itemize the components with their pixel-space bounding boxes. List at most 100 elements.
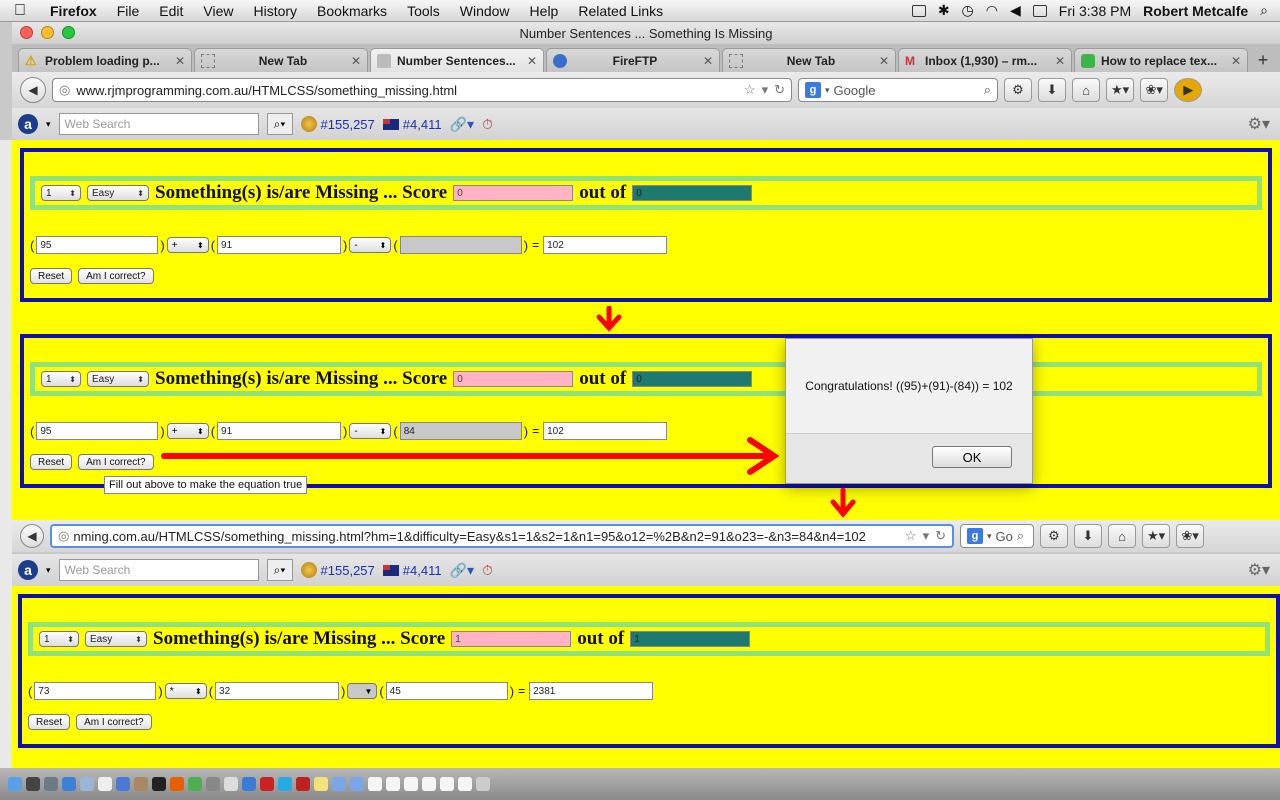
- photos-icon[interactable]: [134, 777, 148, 791]
- menu-tools[interactable]: Tools: [397, 3, 450, 19]
- tab-fireftp[interactable]: FireFTP ✕: [546, 48, 720, 72]
- downloads-button[interactable]: ⬇: [1038, 78, 1066, 102]
- settings-gear-icon[interactable]: ⚙▾: [1248, 560, 1270, 580]
- close-tab-icon[interactable]: ✕: [175, 54, 185, 68]
- wifi-icon[interactable]: ◠: [986, 2, 998, 19]
- number-3-input[interactable]: [399, 236, 522, 254]
- firebug-button[interactable]: ❀▾: [1176, 524, 1205, 548]
- minimize-window-button[interactable]: [41, 26, 54, 39]
- settings-gear-icon[interactable]: ⚙▾: [1248, 114, 1270, 134]
- back-button[interactable]: ◀: [20, 524, 44, 548]
- bookmarks-button[interactable]: ★▾: [1142, 524, 1171, 548]
- search-input[interactable]: Go: [996, 529, 1013, 544]
- menu-app[interactable]: Firefox: [40, 3, 107, 19]
- xcode-icon[interactable]: [242, 777, 256, 791]
- number-1-input[interactable]: 95: [36, 422, 159, 440]
- check-answer-button[interactable]: Am I correct?: [76, 714, 152, 730]
- number-2-input[interactable]: 91: [217, 236, 342, 254]
- operator-2-select[interactable]: - ⬍: [349, 237, 392, 253]
- number-2-input[interactable]: 32: [215, 682, 340, 700]
- stopwatch-icon[interactable]: ⏱: [482, 116, 493, 133]
- addon-button[interactable]: ⚙: [1040, 524, 1068, 548]
- search-input[interactable]: Google: [834, 83, 980, 98]
- search-engine-dropdown-icon[interactable]: ▾: [825, 85, 830, 96]
- out-of-field[interactable]: 1: [630, 631, 751, 647]
- menu-view[interactable]: View: [193, 3, 243, 19]
- firefox-icon[interactable]: [170, 777, 184, 791]
- skype-icon[interactable]: [278, 777, 292, 791]
- out-of-field[interactable]: 0: [632, 371, 753, 387]
- url-dropdown-icon[interactable]: ▾: [923, 528, 930, 544]
- tab-how-to-replace[interactable]: How to replace tex... ✕: [1074, 48, 1248, 72]
- result-input[interactable]: 102: [543, 236, 668, 254]
- folder-icon[interactable]: [332, 777, 346, 791]
- global-rank[interactable]: #155,257: [300, 116, 375, 132]
- alexa-dropdown-icon[interactable]: ▾: [46, 565, 51, 576]
- calendar-icon[interactable]: [98, 777, 112, 791]
- document-icon[interactable]: [386, 777, 400, 791]
- url-bar[interactable]: ◎ nming.com.au/HTMLCSS/something_missing…: [50, 524, 954, 548]
- search-bar[interactable]: g ▾ Google ⌕: [798, 78, 998, 102]
- level-select[interactable]: 1 ⬍: [41, 185, 81, 201]
- link-icon[interactable]: 🔗▾: [450, 562, 474, 579]
- filezilla-icon[interactable]: [296, 777, 310, 791]
- menubar-clock[interactable]: Fri 3:38 PM: [1059, 3, 1131, 19]
- tab-inbox[interactable]: M Inbox (1,930) – rm... ✕: [898, 48, 1072, 72]
- reset-button[interactable]: Reset: [30, 268, 73, 284]
- close-tab-icon[interactable]: ✕: [1055, 54, 1065, 68]
- document-icon[interactable]: [368, 777, 382, 791]
- stopwatch-icon[interactable]: ⏱: [482, 562, 493, 579]
- bookmark-star-icon[interactable]: ☆: [905, 528, 917, 544]
- back-button[interactable]: ◀: [20, 77, 46, 103]
- check-answer-button[interactable]: Am I correct?: [78, 454, 154, 470]
- document-icon[interactable]: [458, 777, 472, 791]
- battery-icon[interactable]: [1032, 4, 1047, 17]
- zoom-window-button[interactable]: [62, 26, 75, 39]
- score-field[interactable]: 0: [453, 185, 574, 201]
- spotlight-icon[interactable]: ⌕: [1260, 2, 1268, 19]
- reload-icon[interactable]: ↻: [935, 528, 946, 544]
- number-3-input[interactable]: 45: [385, 682, 508, 700]
- document-icon[interactable]: [440, 777, 454, 791]
- number-1-input[interactable]: 95: [36, 236, 159, 254]
- alexa-dropdown-icon[interactable]: ▾: [46, 119, 51, 130]
- reset-button[interactable]: Reset: [30, 454, 73, 470]
- search-icon[interactable]: ⌕: [984, 82, 991, 98]
- close-tab-icon[interactable]: ✕: [703, 54, 713, 68]
- notes-icon[interactable]: [314, 777, 328, 791]
- home-button[interactable]: ⌂: [1072, 78, 1100, 102]
- bookmarks-button[interactable]: ★▾: [1106, 78, 1135, 102]
- operator-2-select[interactable]: ▼: [347, 683, 378, 699]
- operator-1-select[interactable]: * ⬍: [164, 683, 207, 699]
- new-tab-button[interactable]: +: [1250, 48, 1276, 72]
- web-search-input[interactable]: Web Search: [58, 113, 259, 135]
- dashboard-icon[interactable]: [26, 777, 40, 791]
- check-answer-button[interactable]: Am I correct?: [78, 268, 154, 284]
- textedit-icon[interactable]: [224, 777, 238, 791]
- web-search-button[interactable]: ⌕▾: [266, 113, 293, 135]
- tab-number-sentences[interactable]: Number Sentences... ✕: [370, 48, 544, 72]
- finder-icon[interactable]: [8, 777, 22, 791]
- firebug-button[interactable]: ❀▾: [1140, 78, 1169, 102]
- url-bar[interactable]: ◎ www.rjmprogramming.com.au/HTMLCSS/some…: [52, 78, 792, 102]
- preferences-icon[interactable]: [206, 777, 220, 791]
- level-select[interactable]: 1 ⬍: [41, 371, 81, 387]
- difficulty-select[interactable]: Easy ⬍: [85, 631, 147, 647]
- menu-window[interactable]: Window: [450, 3, 520, 19]
- difficulty-select[interactable]: Easy ⬍: [87, 371, 149, 387]
- reset-button[interactable]: Reset: [28, 714, 71, 730]
- alexa-icon[interactable]: a: [18, 114, 38, 134]
- operator-1-select[interactable]: + ⬍: [166, 237, 209, 253]
- terminal-icon[interactable]: [152, 777, 166, 791]
- local-rank[interactable]: #4,411: [382, 563, 442, 578]
- mission-control-icon[interactable]: [44, 777, 58, 791]
- google-icon[interactable]: g: [967, 528, 983, 544]
- url-dropdown-icon[interactable]: ▾: [762, 82, 769, 98]
- alexa-icon[interactable]: a: [18, 560, 38, 580]
- search-icon[interactable]: ⌕: [1017, 528, 1024, 544]
- menu-help[interactable]: Help: [520, 3, 569, 19]
- dropbox-icon[interactable]: [911, 4, 926, 17]
- global-rank[interactable]: #155,257: [300, 562, 375, 578]
- menu-related-links[interactable]: Related Links: [568, 3, 673, 19]
- menubar-user[interactable]: Robert Metcalfe: [1143, 3, 1248, 19]
